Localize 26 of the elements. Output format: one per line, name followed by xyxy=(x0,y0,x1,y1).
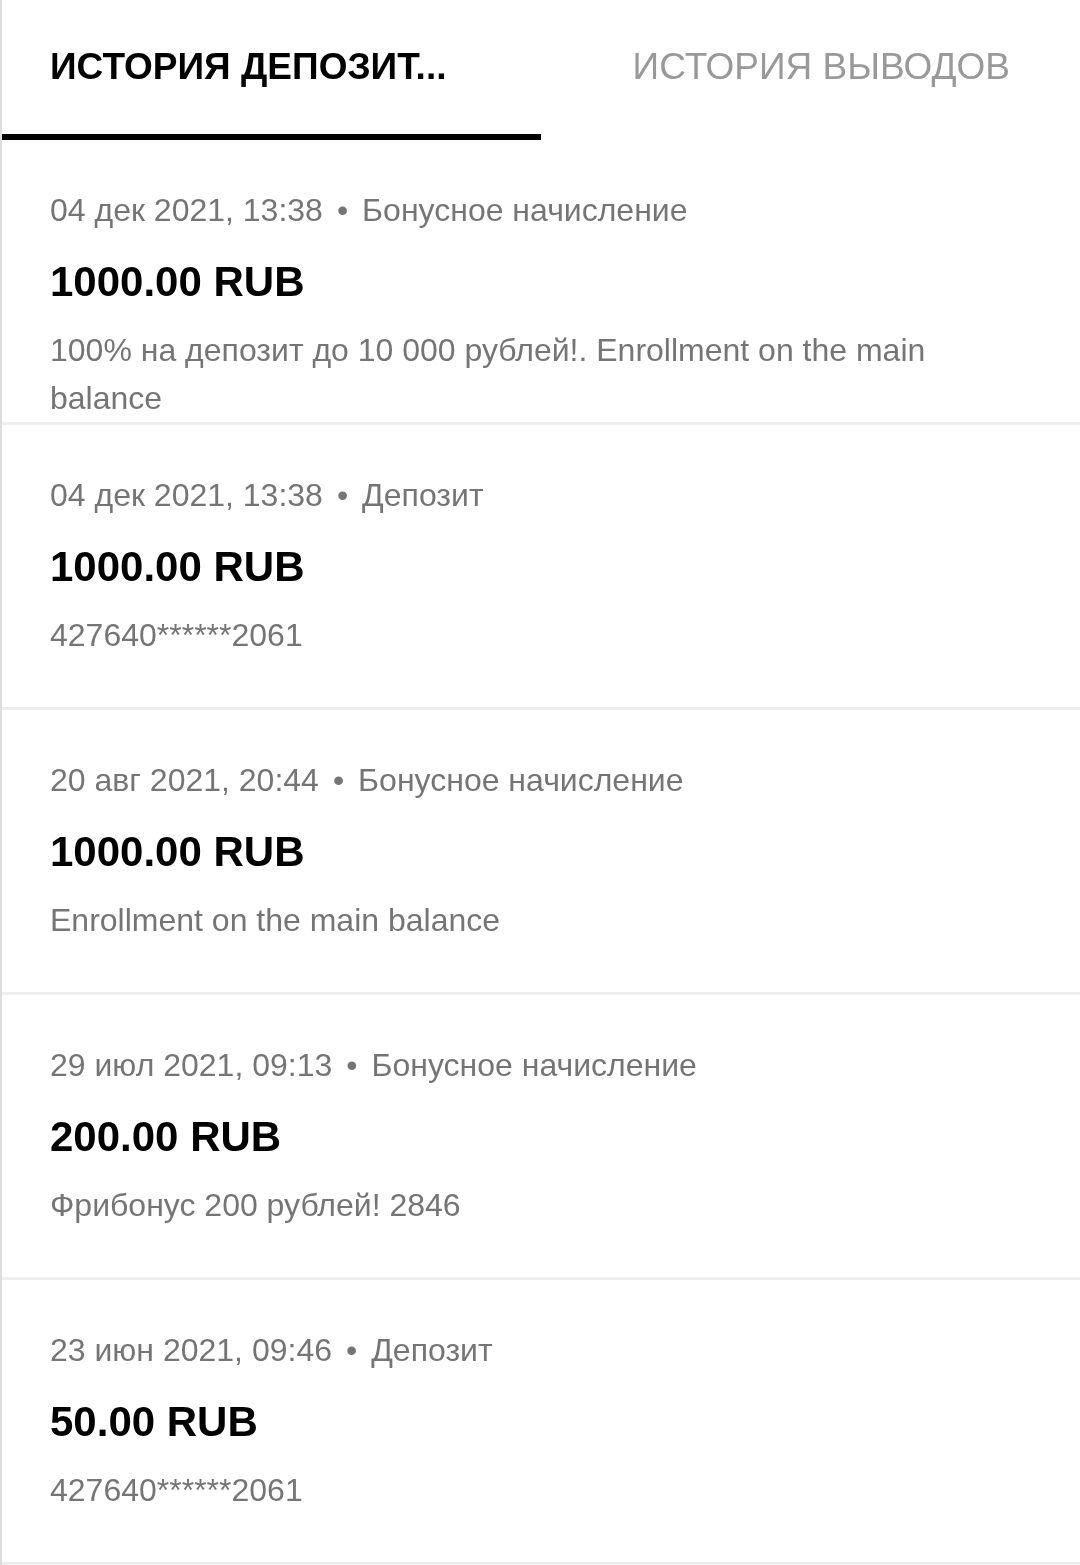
transaction-amount: 1000.00 RUB xyxy=(50,543,306,591)
transaction-date: 29 июл 2021, 09:13 xyxy=(50,1047,333,1083)
transaction-description: 427640******2061 xyxy=(50,1471,304,1510)
transaction-type: Бонусное начисление xyxy=(371,1047,697,1083)
transaction-amount: 200.00 RUB xyxy=(50,1113,283,1161)
transaction-type: Депозит xyxy=(362,477,484,513)
transaction-description: 100% на депозит до 10 000 рублей!. Enrollment on the main balance xyxy=(50,331,927,418)
transaction-type: Депозит xyxy=(371,1332,493,1368)
transaction-amount: 1000.00 RUB xyxy=(50,258,306,306)
transaction-description: Фрибонус 200 рублей! 2846 xyxy=(50,1186,462,1225)
bullet-separator: • xyxy=(346,1047,358,1083)
transaction-amount: 50.00 RUB xyxy=(50,1398,259,1446)
transaction-date: 20 авг 2021, 20:44 xyxy=(50,762,319,798)
transaction-description: Enrollment on the main balance xyxy=(50,901,502,940)
transaction-type: Бонусное начисление xyxy=(358,762,684,798)
transaction-description: 427640******2061 xyxy=(50,616,304,655)
transaction-amount: 1000.00 RUB xyxy=(50,828,306,876)
tab[interactable]: ИСТОРИЯ ДЕПОЗИТ... xyxy=(2,0,541,140)
bullet-separator: • xyxy=(345,1332,358,1368)
transaction-date: 04 дек 2021, 13:38 xyxy=(50,477,323,513)
transaction-date: 23 июн 2021, 09:46 xyxy=(50,1332,332,1368)
transaction-date: 04 дек 2021, 13:38 xyxy=(50,192,323,228)
bullet-separator: • xyxy=(332,762,345,798)
bullet-separator: • xyxy=(336,477,349,513)
bullet-separator: • xyxy=(336,192,349,228)
transaction-type: Бонусное начисление xyxy=(362,192,688,228)
